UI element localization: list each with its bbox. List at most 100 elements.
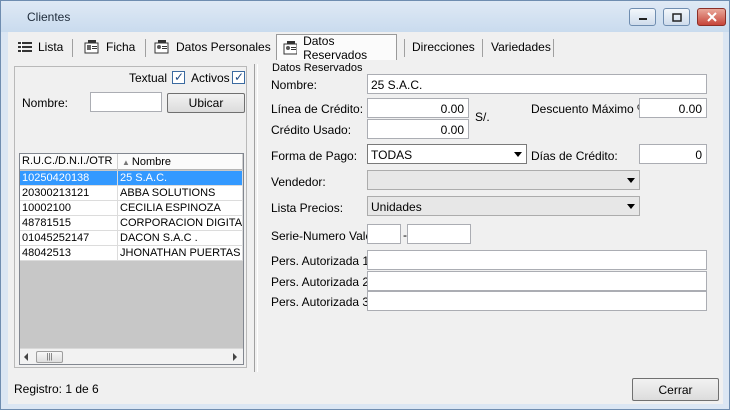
vendedor-select[interactable] bbox=[367, 170, 640, 190]
tab-variedades-label: Variedades bbox=[491, 40, 551, 54]
nombre-field[interactable]: 25 S.A.C. bbox=[367, 74, 707, 94]
linea-credito-label: Línea de Crédito: bbox=[271, 102, 364, 116]
pers-autorizada-2-label: Pers. Autorizada 2: bbox=[271, 275, 373, 289]
tab-datos-reservados[interactable]: Datos Reservados bbox=[276, 33, 397, 62]
credito-usado-label: Crédito Usado: bbox=[271, 123, 352, 137]
cell-ruc: 48781515 bbox=[20, 216, 118, 231]
cell-nombre: 25 S.A.C. bbox=[118, 171, 243, 186]
descuento-maximo-label: Descuento Máximo %: bbox=[531, 102, 652, 116]
pers-autorizada-1-field[interactable] bbox=[367, 250, 707, 270]
dias-credito-label: Días de Crédito: bbox=[531, 149, 618, 163]
grid-header: R.U.C./D.N.I./OTR ▲ Nombre bbox=[20, 154, 243, 170]
close-button[interactable] bbox=[697, 8, 726, 26]
nombre-label: Nombre: bbox=[271, 78, 318, 92]
linea-credito-field[interactable]: 0.00 bbox=[367, 98, 469, 118]
activos-label: Activos bbox=[191, 71, 230, 85]
client-list-panel: Textual Activos Nombre: Ubicar R.U.C./D.… bbox=[14, 66, 247, 368]
sort-ascending-icon: ▲ bbox=[122, 157, 130, 167]
vendedor-label: Vendedor: bbox=[271, 175, 326, 189]
clientes-window: Clientes Lista Ficha Datos Personales Da… bbox=[0, 0, 730, 410]
chevron-down-icon bbox=[514, 152, 522, 157]
cell-ruc: 48042513 bbox=[20, 246, 118, 261]
cell-nombre: CECILIA ESPINOZA bbox=[118, 201, 243, 216]
nombre-search-input[interactable] bbox=[90, 92, 162, 112]
scroll-left-icon[interactable] bbox=[23, 353, 29, 361]
cell-ruc: 10002100 bbox=[20, 201, 118, 216]
tab-separator bbox=[72, 39, 73, 57]
table-row[interactable]: 01045252147 DACON S.A.C . bbox=[20, 231, 243, 246]
group-title: Datos Reservados bbox=[272, 62, 363, 74]
tab-lista-label: Lista bbox=[38, 40, 64, 54]
cell-ruc: 10250420138 bbox=[20, 171, 118, 186]
tab-separator bbox=[482, 39, 483, 57]
textual-checkbox[interactable] bbox=[172, 70, 185, 84]
person-card-icon bbox=[283, 40, 298, 54]
lista-precios-select[interactable]: Unidades bbox=[367, 196, 640, 216]
pers-autorizada-3-label: Pers. Autorizada 3: bbox=[271, 295, 373, 309]
ubicar-button[interactable]: Ubicar bbox=[167, 93, 245, 113]
tab-bar: Lista Ficha Datos Personales Datos Reser… bbox=[8, 33, 723, 62]
panel-splitter[interactable] bbox=[254, 64, 258, 372]
scroll-right-icon[interactable] bbox=[232, 353, 238, 361]
scrollbar-thumb[interactable]: ||| bbox=[36, 351, 63, 363]
credito-usado-field[interactable]: 0.00 bbox=[367, 119, 469, 139]
activos-checkbox[interactable] bbox=[232, 70, 245, 84]
card-icon bbox=[84, 40, 99, 54]
tab-datos-personales-label: Datos Personales bbox=[176, 40, 271, 54]
serie-numero-label: Serie-Numero Vale: bbox=[271, 229, 376, 243]
numero-vale-field[interactable] bbox=[407, 224, 471, 244]
tab-variedades[interactable]: Variedades bbox=[485, 34, 557, 60]
tab-ficha[interactable]: Ficha bbox=[78, 34, 141, 60]
tab-lista[interactable]: Lista bbox=[12, 34, 69, 60]
tab-datos-reservados-label: Datos Reservados bbox=[303, 33, 368, 62]
horizontal-scrollbar[interactable]: ||| bbox=[20, 348, 243, 364]
table-row[interactable]: 10002100 CECILIA ESPINOZA bbox=[20, 201, 243, 216]
dias-credito-field[interactable]: 0 bbox=[639, 144, 707, 164]
cell-nombre: ABBA SOLUTIONS bbox=[118, 186, 243, 201]
forma-pago-select[interactable]: TODAS bbox=[367, 144, 527, 164]
descuento-maximo-field[interactable]: 0.00 bbox=[639, 98, 707, 118]
lista-precios-label: Lista Precios: bbox=[271, 201, 344, 215]
lista-precios-value: Unidades bbox=[371, 200, 422, 214]
tab-datos-personales[interactable]: Datos Personales bbox=[148, 34, 277, 60]
currency-label: S/. bbox=[475, 110, 490, 124]
cell-nombre: DACON S.A.C . bbox=[118, 231, 243, 246]
person-card-icon bbox=[154, 40, 169, 54]
forma-pago-value: TODAS bbox=[371, 148, 413, 162]
chevron-down-icon bbox=[627, 178, 635, 183]
table-row[interactable]: 10250420138 25 S.A.C. bbox=[20, 171, 243, 186]
cell-nombre: CORPORACION DIGITAX bbox=[120, 216, 243, 231]
chevron-down-icon bbox=[627, 204, 635, 209]
minimize-icon bbox=[638, 18, 647, 20]
pers-autorizada-3-field[interactable] bbox=[367, 291, 707, 311]
grid-rows: 10250420138 25 S.A.C. 20300213121 ABBA S… bbox=[20, 171, 243, 261]
column-header-ruc[interactable]: R.U.C./D.N.I./OTR bbox=[20, 154, 118, 170]
nombre-search-label: Nombre: bbox=[22, 96, 69, 110]
table-row[interactable]: 48781515 CORPORACION DIGITAX bbox=[20, 216, 243, 231]
maximize-button[interactable] bbox=[663, 8, 690, 26]
table-row[interactable]: 48042513 JHONATHAN PUERTAS bbox=[20, 246, 243, 261]
clients-grid: R.U.C./D.N.I./OTR ▲ Nombre 10250420138 2… bbox=[19, 153, 244, 365]
tab-ficha-label: Ficha bbox=[106, 40, 136, 54]
tab-separator bbox=[553, 39, 554, 57]
client-area: Lista Ficha Datos Personales Datos Reser… bbox=[8, 32, 723, 404]
column-header-nombre[interactable]: ▲ Nombre bbox=[118, 154, 243, 170]
window-title: Clientes bbox=[27, 10, 71, 24]
cerrar-button[interactable]: Cerrar bbox=[632, 378, 719, 401]
cell-ruc: 20300213121 bbox=[20, 186, 118, 201]
title-bar[interactable]: Clientes bbox=[1, 1, 729, 32]
pers-autorizada-2-field[interactable] bbox=[367, 271, 707, 291]
pers-autorizada-1-label: Pers. Autorizada 1: bbox=[271, 254, 373, 268]
tab-direcciones-label: Direcciones bbox=[412, 40, 475, 54]
cell-ruc: 01045252147 bbox=[20, 231, 118, 246]
table-row[interactable]: 20300213121 ABBA SOLUTIONS bbox=[20, 186, 243, 201]
maximize-icon bbox=[671, 12, 682, 22]
list-icon bbox=[18, 41, 32, 53]
forma-pago-label: Forma de Pago: bbox=[271, 149, 358, 163]
tab-direcciones[interactable]: Direcciones bbox=[406, 34, 481, 60]
serie-field[interactable] bbox=[367, 224, 401, 244]
tab-separator bbox=[145, 39, 146, 57]
minimize-button[interactable] bbox=[629, 8, 656, 26]
close-icon bbox=[706, 12, 717, 22]
cell-nombre: JHONATHAN PUERTAS bbox=[118, 246, 243, 261]
